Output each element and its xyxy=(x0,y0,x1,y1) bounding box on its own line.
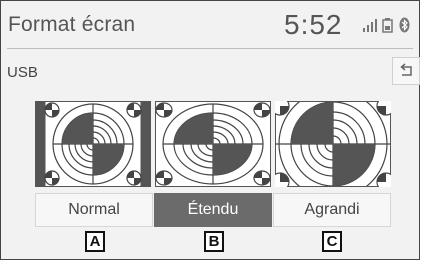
marker-c: C xyxy=(322,231,342,252)
signal-icon xyxy=(363,19,377,32)
bluetooth-icon xyxy=(399,17,410,33)
screen-frame: Format écran 5:52 USB Normal Étendu Agra… xyxy=(0,0,420,260)
aspect-previews xyxy=(35,101,391,187)
marker-a: A xyxy=(85,231,105,252)
normal-button[interactable]: Normal xyxy=(35,193,153,227)
agrandi-button-label: Agrandi xyxy=(304,201,360,218)
source-label: USB xyxy=(7,64,38,81)
preview-etendu[interactable] xyxy=(155,101,271,187)
header-divider xyxy=(7,48,413,49)
back-button[interactable] xyxy=(392,57,420,85)
etendu-button-label: Étendu xyxy=(187,201,239,218)
etendu-button[interactable]: Étendu xyxy=(154,193,272,227)
page-title: Format écran xyxy=(8,13,136,36)
preview-normal[interactable] xyxy=(35,101,151,187)
header: Format écran 5:52 xyxy=(1,1,421,47)
normal-button-label: Normal xyxy=(68,201,120,218)
agrandi-button[interactable]: Agrandi xyxy=(273,193,391,227)
marker-b: B xyxy=(204,231,224,252)
battery-icon xyxy=(382,18,393,33)
clock: 5:52 xyxy=(284,9,343,40)
preview-agrandi[interactable] xyxy=(275,101,391,187)
back-arrow-icon xyxy=(400,63,412,76)
